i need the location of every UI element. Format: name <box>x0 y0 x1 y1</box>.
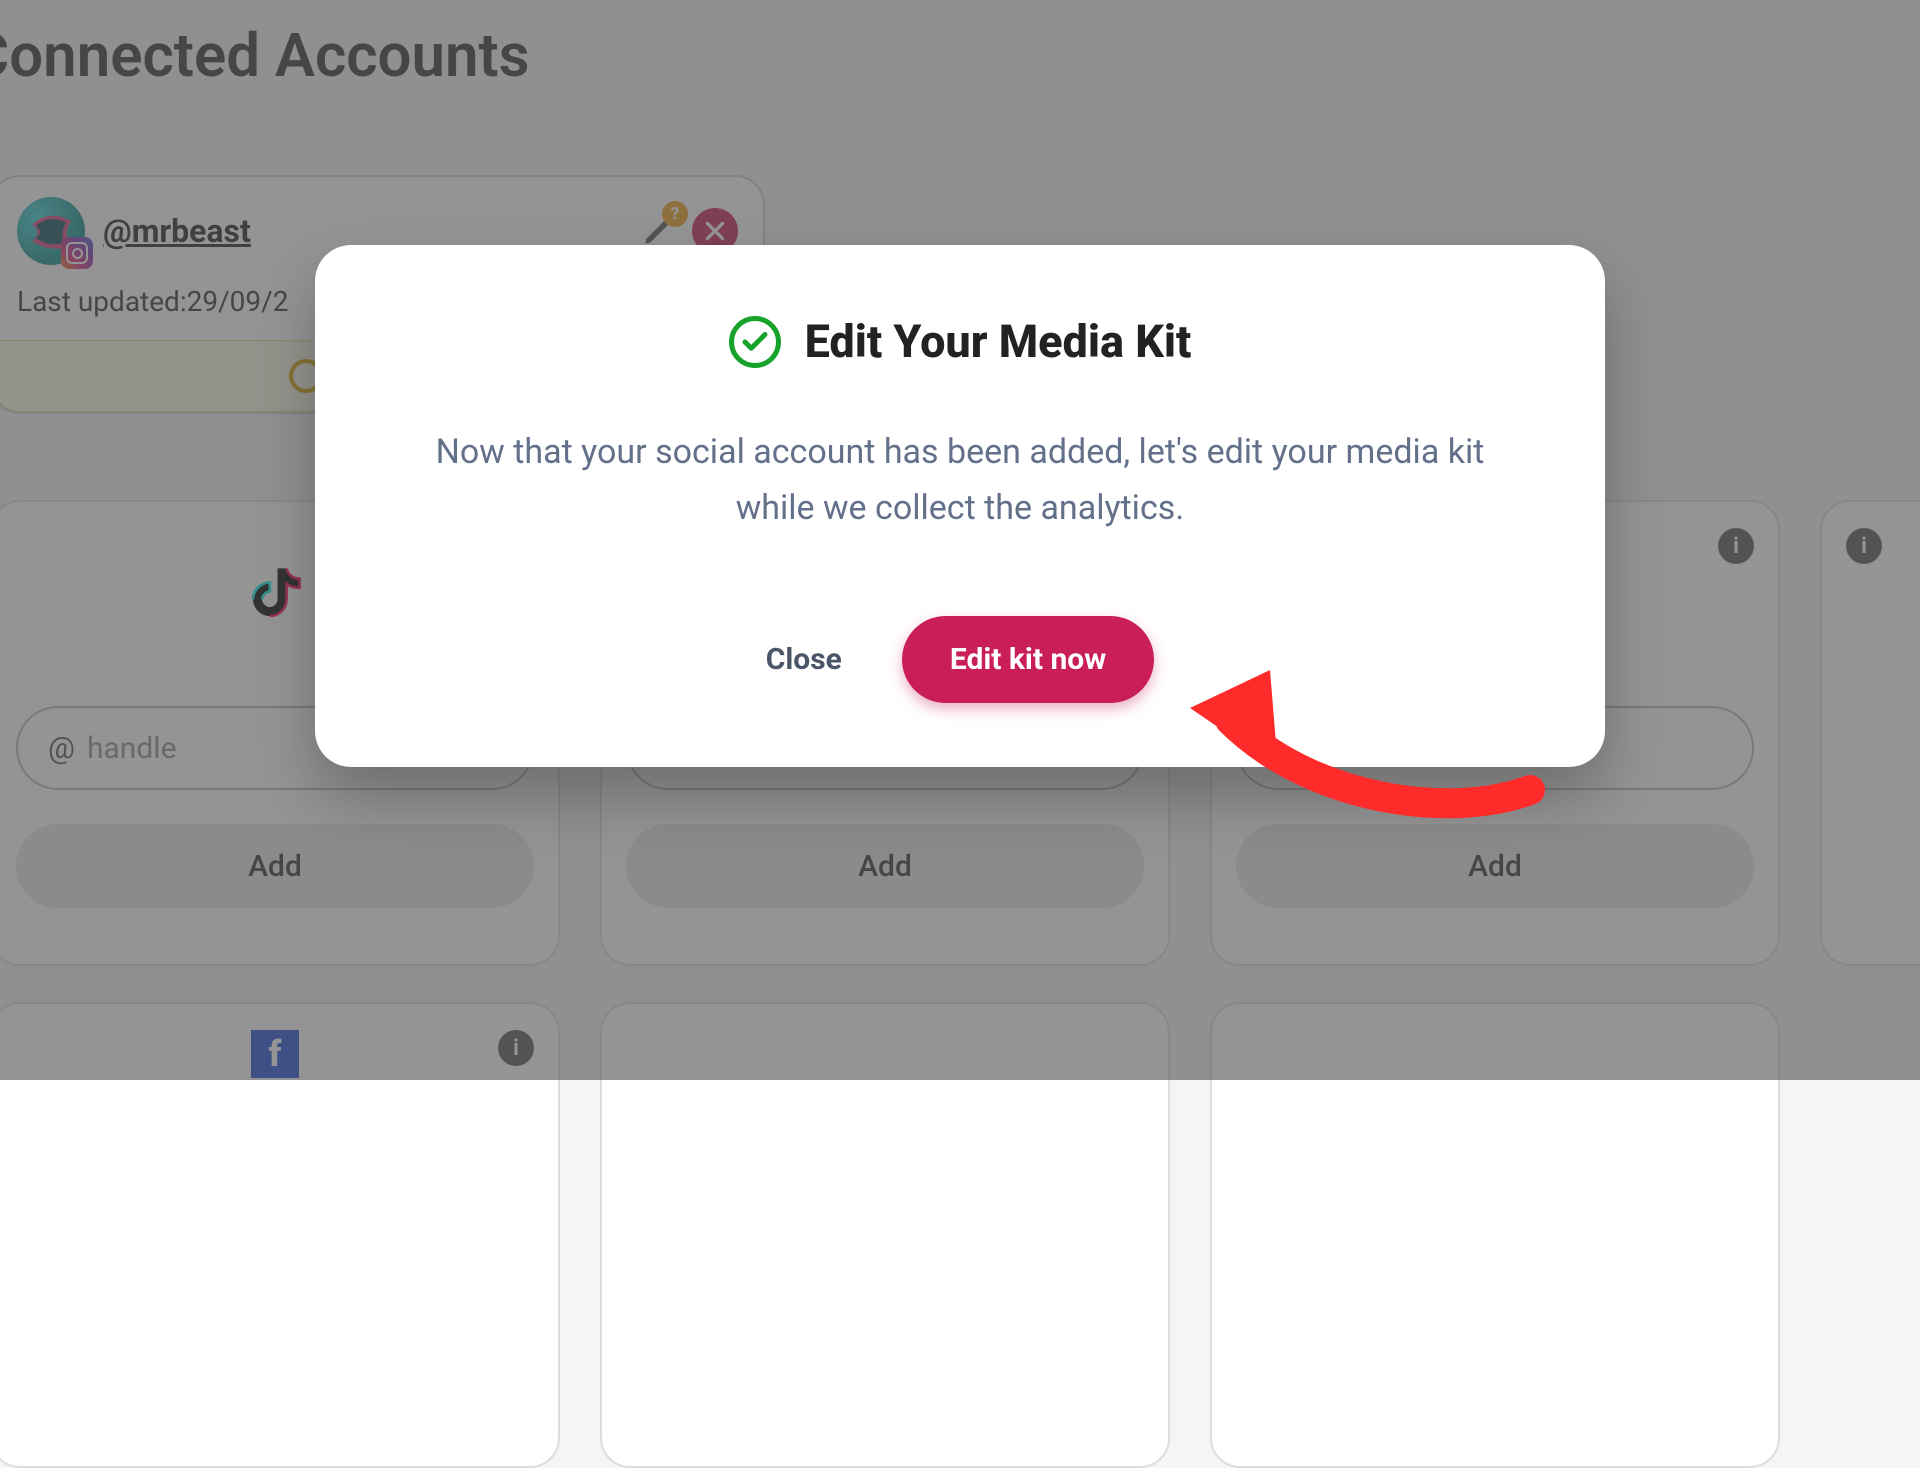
modal-overlay[interactable]: Edit Your Media Kit Now that your social… <box>0 0 1920 1080</box>
modal-body-text: Now that your social account has been ad… <box>405 424 1515 536</box>
modal-actions: Close Edit kit now <box>405 616 1515 703</box>
modal-title: Edit Your Media Kit <box>805 315 1192 368</box>
edit-media-kit-modal: Edit Your Media Kit Now that your social… <box>315 245 1605 767</box>
edit-kit-now-button[interactable]: Edit kit now <box>902 616 1154 703</box>
modal-title-row: Edit Your Media Kit <box>405 315 1515 368</box>
check-circle-icon <box>729 316 781 368</box>
close-button[interactable]: Close <box>766 642 842 677</box>
